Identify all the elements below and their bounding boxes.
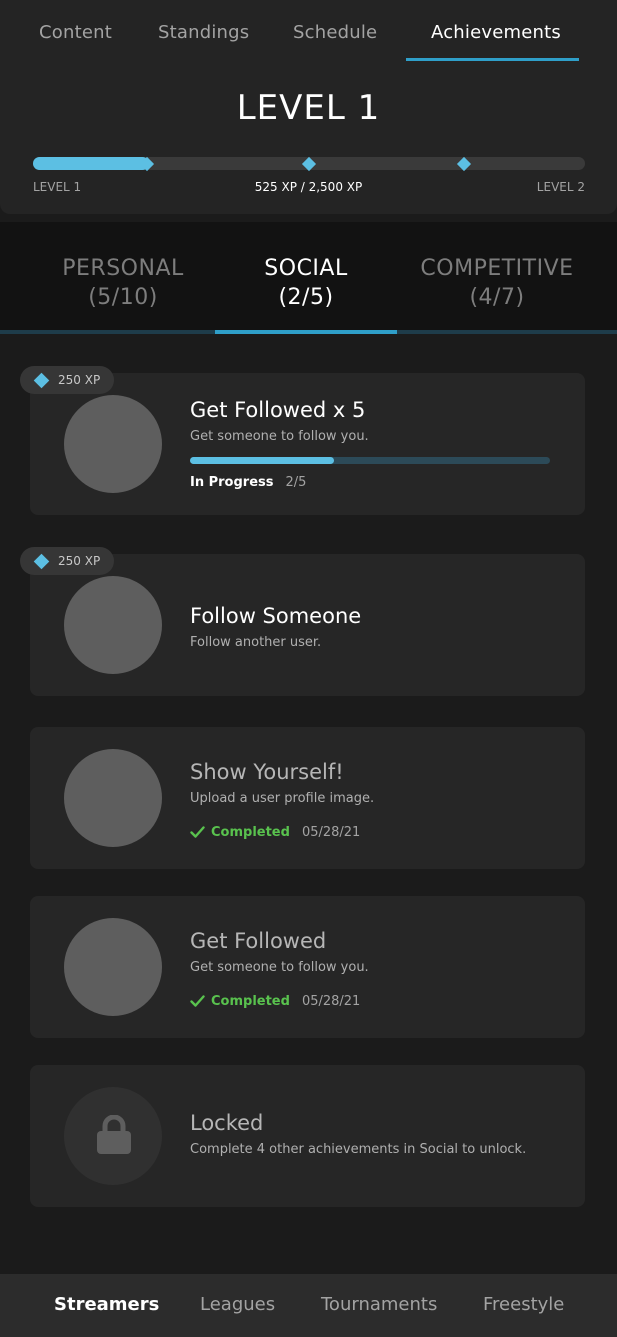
- xp-reward-badge: 250 XP: [20, 366, 114, 394]
- achievement-image: [64, 749, 162, 847]
- category-name: COMPETITIVE: [420, 256, 574, 281]
- achievement-title: Show Yourself!: [190, 760, 344, 784]
- achievement-description: Complete 4 other achievements in Social …: [190, 1142, 527, 1157]
- level-title: LEVEL 1: [236, 88, 381, 128]
- achievement-title: Get Followed: [190, 929, 327, 953]
- category-tab-personal[interactable]: PERSONAL (5/10): [33, 254, 213, 312]
- achievement-description: Get someone to follow you.: [190, 960, 369, 975]
- achievement-description: Upload a user profile image.: [190, 791, 375, 806]
- status-label: Completed: [211, 825, 290, 840]
- achievement-image: [64, 918, 162, 1016]
- achievement-card[interactable]: Follow Someone Follow another user.: [30, 554, 585, 696]
- tab-content[interactable]: Content: [39, 22, 112, 43]
- achievement-card-locked[interactable]: Locked Complete 4 other achievements in …: [30, 1065, 585, 1207]
- nav-freestyle[interactable]: Freestyle: [483, 1294, 564, 1315]
- level-header-panel: Content Standings Schedule Achievements …: [0, 0, 617, 214]
- xp-diamond-icon: [33, 553, 50, 570]
- achievement-progress-bar: [190, 457, 550, 464]
- lock-icon: [97, 1115, 131, 1154]
- category-tab-social[interactable]: SOCIAL (2/5): [215, 254, 397, 312]
- active-category-indicator: [215, 330, 397, 334]
- achievement-progress-fill: [190, 457, 334, 464]
- status-label: In Progress: [190, 475, 274, 490]
- status-date: 05/28/21: [301, 994, 361, 1009]
- tab-standings[interactable]: Standings: [158, 22, 249, 43]
- category-count: (4/7): [469, 285, 525, 310]
- achievement-image: [64, 1087, 162, 1185]
- level-end-label: LEVEL 2: [536, 180, 585, 194]
- active-tab-indicator: [406, 58, 579, 61]
- achievement-card[interactable]: Show Yourself! Upload a user profile ima…: [30, 727, 585, 869]
- bottom-navigation: Streamers Leagues Tournaments Freestyle: [0, 1274, 617, 1337]
- tab-schedule[interactable]: Schedule: [293, 22, 377, 43]
- achievement-title: Follow Someone: [190, 604, 362, 628]
- status-label: Completed: [211, 994, 290, 1009]
- category-tab-competitive[interactable]: COMPETITIVE (4/7): [397, 254, 597, 312]
- xp-reward-badge: 250 XP: [20, 547, 114, 575]
- xp-diamond-icon: [33, 372, 50, 389]
- check-icon: [190, 826, 205, 838]
- category-tab-bar: PERSONAL (5/10) SOCIAL (2/5) COMPETITIVE…: [0, 222, 617, 334]
- achievement-image: [64, 576, 162, 674]
- xp-reward-text: 250 XP: [58, 554, 101, 568]
- category-count: (5/10): [88, 285, 158, 310]
- achievement-title: Locked: [190, 1111, 264, 1135]
- top-tab-bar: Content Standings Schedule Achievements: [0, 0, 617, 62]
- achievement-card[interactable]: Get Followed Get someone to follow you. …: [30, 896, 585, 1038]
- xp-reward-text: 250 XP: [58, 373, 101, 387]
- status-date: 05/28/21: [301, 825, 361, 840]
- achievement-title: Get Followed x 5: [190, 398, 366, 422]
- achievement-description: Follow another user.: [190, 635, 322, 650]
- category-count: (2/5): [278, 285, 334, 310]
- achievement-image: [64, 395, 162, 493]
- check-icon: [190, 995, 205, 1007]
- nav-leagues[interactable]: Leagues: [200, 1294, 275, 1315]
- achievement-description: Get someone to follow you.: [190, 429, 369, 444]
- category-name: PERSONAL: [62, 256, 184, 281]
- xp-amount-text: 525 XP / 2,500 XP: [254, 180, 363, 194]
- tab-achievements[interactable]: Achievements: [431, 22, 561, 43]
- xp-progress-fill: [33, 157, 149, 170]
- achievement-status: In Progress 2/5: [190, 475, 306, 490]
- achievement-card[interactable]: Get Followed x 5 Get someone to follow y…: [30, 373, 585, 515]
- nav-tournaments[interactable]: Tournaments: [321, 1294, 437, 1315]
- status-value: 2/5: [285, 475, 307, 490]
- nav-streamers[interactable]: Streamers: [54, 1294, 159, 1315]
- achievement-status: Completed 05/28/21: [190, 994, 360, 1009]
- achievement-status: Completed 05/28/21: [190, 825, 360, 840]
- category-name: SOCIAL: [264, 256, 348, 281]
